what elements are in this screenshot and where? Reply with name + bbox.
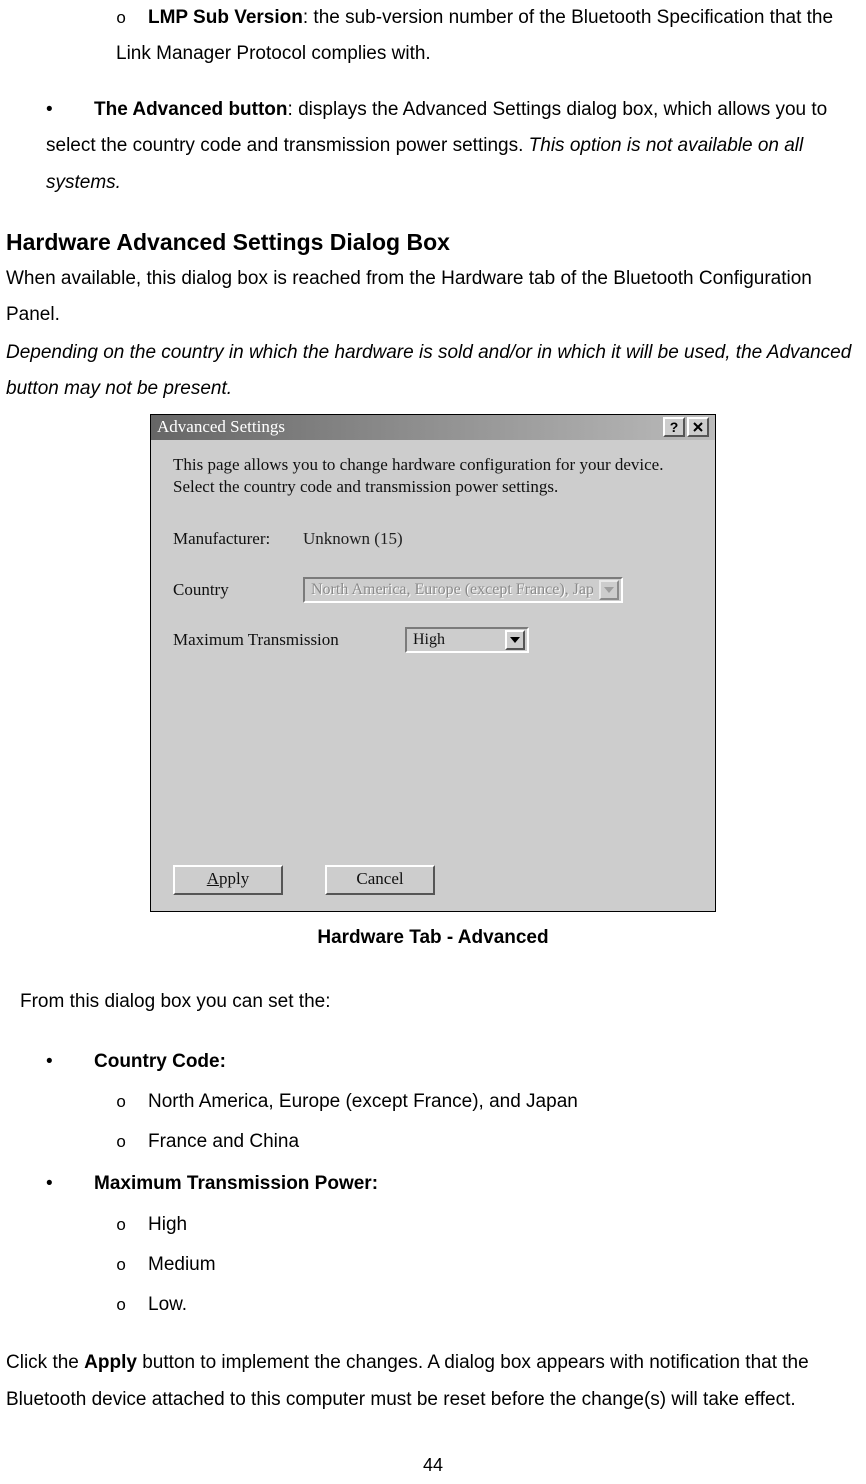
paragraph-4: Click the Apply button to implement the … (6, 1345, 860, 1417)
help-button[interactable]: ? (663, 417, 685, 437)
lmp-label: LMP Sub Version (148, 7, 303, 28)
list-item: oLow. (6, 1287, 860, 1323)
advanced-settings-dialog: Advanced Settings ? This page allows you… (150, 414, 716, 912)
close-icon (693, 422, 703, 432)
apply-label: Apply (207, 863, 250, 895)
dialog-title-text: Advanced Settings (157, 411, 661, 443)
maxtrans-label: Maximum Transmission (173, 624, 405, 656)
list-item-max-trans: •Maximum Transmission Power: (6, 1166, 860, 1202)
country-opt-1: France and China (148, 1131, 299, 1152)
manufacturer-value: Unknown (15) (303, 523, 403, 555)
figure-caption: Hardware Tab - Advanced (6, 920, 860, 956)
list-item-country-code: •Country Code: (6, 1044, 860, 1080)
close-button[interactable] (687, 417, 709, 437)
country-value: North America, Europe (except France), J… (311, 575, 593, 605)
paragraph-1: When available, this dialog box is reach… (6, 261, 860, 333)
bullet-circle: o (116, 1128, 148, 1160)
options-list: •Country Code: oNorth America, Europe (e… (6, 1044, 860, 1324)
dropdown-arrow (599, 580, 619, 600)
adv-label: The Advanced button (94, 99, 288, 120)
bullet-circle: o (116, 1291, 148, 1323)
country-code-head: Country Code: (94, 1051, 226, 1072)
maxtrans-opt-0: High (148, 1214, 187, 1235)
p4-apply-word: Apply (84, 1352, 137, 1373)
list-item: oNorth America, Europe (except France), … (6, 1084, 860, 1120)
p4-part-a: Click the (6, 1352, 84, 1373)
bullet-circle: o (116, 1251, 148, 1283)
row-max-transmission: Maximum Transmission High (173, 624, 693, 656)
bullet-circle: o (116, 1211, 148, 1243)
list-item-advanced-button: •The Advanced button: displays the Advan… (6, 92, 860, 200)
dropdown-arrow[interactable] (505, 630, 525, 650)
chevron-down-icon (510, 637, 520, 643)
list-item-lmp: oLMP Sub Version: the sub-version number… (6, 0, 866, 72)
row-country: Country North America, Europe (except Fr… (173, 574, 693, 606)
row-manufacturer: Manufacturer: Unknown (15) (173, 523, 693, 555)
dialog-button-row: Apply Cancel (173, 865, 435, 895)
list-item: oFrance and China (6, 1124, 860, 1160)
bullet-dot: • (46, 1166, 94, 1202)
apply-button[interactable]: Apply (173, 865, 283, 895)
dialog-figure: Advanced Settings ? This page allows you… (6, 414, 860, 912)
bullet-dot: • (46, 1044, 94, 1080)
bullet-dot: • (46, 92, 94, 128)
maxtrans-opt-2: Low. (148, 1294, 187, 1315)
maxtrans-dropdown[interactable]: High (405, 627, 529, 653)
dialog-body: This page allows you to change hardware … (151, 440, 715, 689)
maxtrans-opt-1: Medium (148, 1254, 216, 1275)
country-opt-0: North America, Europe (except France), a… (148, 1091, 578, 1112)
paragraph-2: Depending on the country in which the ha… (6, 335, 860, 407)
dialog-description: This page allows you to change hardware … (173, 454, 693, 500)
bullet-circle: o (116, 4, 148, 36)
manufacturer-label: Manufacturer: (173, 523, 303, 555)
maxtrans-head: Maximum Transmission Power: (94, 1173, 378, 1194)
list-item: oMedium (6, 1247, 860, 1283)
cancel-button[interactable]: Cancel (325, 865, 435, 895)
country-dropdown: North America, Europe (except France), J… (303, 577, 623, 603)
dialog-titlebar: Advanced Settings ? (151, 415, 715, 440)
paragraph-3: From this dialog box you can set the: (6, 984, 860, 1020)
section-heading: Hardware Advanced Settings Dialog Box (6, 225, 860, 260)
cancel-label: Cancel (356, 863, 403, 895)
list-item: oHigh (6, 1207, 860, 1243)
bullet-circle: o (116, 1088, 148, 1120)
maxtrans-value: High (413, 625, 499, 655)
chevron-down-icon (604, 587, 614, 593)
country-label: Country (173, 574, 303, 606)
page-number: 44 (6, 1448, 860, 1482)
